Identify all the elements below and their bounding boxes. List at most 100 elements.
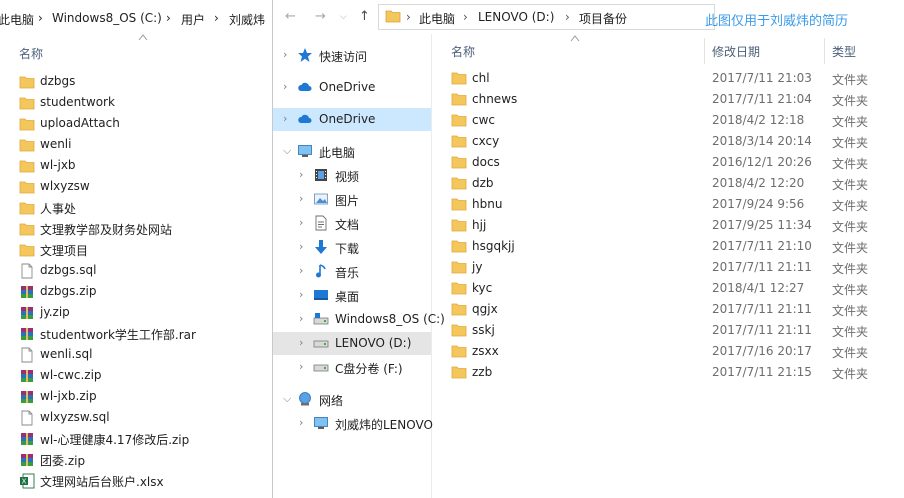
list-item[interactable]: dzbgs.zip <box>19 282 269 303</box>
chevron-right-icon[interactable]: › <box>299 336 303 349</box>
table-row[interactable]: jy 2017/7/11 21:11 文件夹 <box>432 257 904 278</box>
list-item[interactable]: wlxyzsw.sql <box>19 408 269 429</box>
chevron-right-icon[interactable]: › <box>299 168 303 181</box>
row-date: 2017/7/11 21:15 <box>712 365 812 379</box>
table-row[interactable]: zzb 2017/7/11 21:15 文件夹 <box>432 362 904 383</box>
chevron-right-icon[interactable]: › <box>283 48 287 61</box>
breadcrumb-segment[interactable]: 项目备份 <box>579 10 627 27</box>
forward-arrow-icon[interactable]: → <box>315 9 326 24</box>
list-item[interactable]: studentwork学生工作部.rar <box>19 324 269 345</box>
folder-icon <box>19 158 35 174</box>
address-bar[interactable]: › 此电脑 › LENOVO (D:) › 项目备份 <box>378 4 715 30</box>
nav-item[interactable]: › Windows8_OS (C:) <box>273 308 445 331</box>
nav-item[interactable]: › OneDrive <box>273 76 431 99</box>
nav-item[interactable]: › 快速访问 <box>273 44 431 67</box>
list-item[interactable]: X 文理网站后台账户.xlsx <box>19 471 269 492</box>
chevron-right-icon[interactable]: › <box>299 240 303 253</box>
archive-icon <box>19 326 35 342</box>
folder-icon <box>451 196 467 212</box>
table-row[interactable]: chl 2017/7/11 21:03 文件夹 <box>432 68 904 89</box>
chevron-right-icon[interactable]: › <box>299 288 303 301</box>
table-row[interactable]: dzb 2018/4/2 12:20 文件夹 <box>432 173 904 194</box>
chevron-right-icon[interactable]: › <box>463 10 468 24</box>
column-divider[interactable] <box>704 38 705 64</box>
nav-item[interactable]: › 音乐 <box>273 260 431 283</box>
folder-icon <box>451 217 467 233</box>
table-row[interactable]: hjj 2017/9/25 11:34 文件夹 <box>432 215 904 236</box>
folder-icon <box>451 175 467 191</box>
nav-item[interactable]: › 刘威炜的LENOVO <box>273 412 433 435</box>
breadcrumb-segment[interactable]: LENOVO (D:) <box>478 10 554 24</box>
list-item[interactable]: wlxyzsw <box>19 177 269 198</box>
list-item[interactable]: wenli.sql <box>19 345 269 366</box>
breadcrumb-segment[interactable]: 刘威炜 <box>229 11 265 28</box>
list-item[interactable]: dzbgs.sql <box>19 261 269 282</box>
table-row[interactable]: kyc 2018/4/1 12:27 文件夹 <box>432 278 904 299</box>
breadcrumb-segment[interactable]: 此电脑 <box>419 10 455 27</box>
list-item[interactable]: 团委.zip <box>19 450 269 471</box>
nav-item[interactable]: › 文档 <box>273 212 431 235</box>
table-row[interactable]: sskj 2017/7/11 21:11 文件夹 <box>432 320 904 341</box>
list-item[interactable]: 文理教学部及财务处网站 <box>19 219 269 240</box>
chevron-right-icon[interactable]: › <box>565 10 570 24</box>
chevron-right-icon[interactable]: › <box>299 360 303 373</box>
column-header-type[interactable]: 类型 <box>832 43 856 60</box>
chevron-right-icon[interactable]: › <box>283 112 287 125</box>
nav-item[interactable]: ⌵ 此电脑 <box>273 140 431 163</box>
chevron-right-icon[interactable]: › <box>299 216 303 229</box>
nav-item[interactable]: › 图片 <box>273 188 431 211</box>
nav-item[interactable]: ⌵ 网络 <box>273 388 431 411</box>
chevron-right-icon[interactable]: › <box>38 11 43 25</box>
list-item[interactable]: dzbgs <box>19 72 269 93</box>
list-item[interactable]: uploadAttach <box>19 114 269 135</box>
list-item[interactable]: wl-jxb <box>19 156 269 177</box>
list-item[interactable]: studentwork <box>19 93 269 114</box>
table-row[interactable]: cxcy 2018/3/14 20:14 文件夹 <box>432 131 904 152</box>
chevron-right-icon[interactable]: › <box>299 264 303 277</box>
nav-item[interactable]: › C盘分卷 (F:) <box>273 356 431 379</box>
list-item[interactable]: jy.zip <box>19 303 269 324</box>
chevron-down-icon[interactable]: ⌵ <box>283 392 291 406</box>
list-item[interactable]: 人事处 <box>19 198 269 219</box>
list-item[interactable]: 文理项目 <box>19 240 269 261</box>
up-arrow-icon[interactable]: ↑ <box>359 9 370 24</box>
breadcrumb-segment[interactable]: Windows8_OS (C:) <box>52 11 162 25</box>
chevron-right-icon[interactable]: › <box>283 80 287 93</box>
table-row[interactable]: chnews 2017/7/11 21:04 文件夹 <box>432 89 904 110</box>
nav-item[interactable]: › 视频 <box>273 164 431 187</box>
chevron-right-icon[interactable]: › <box>214 11 219 25</box>
folder-icon <box>19 179 35 195</box>
table-row[interactable]: hsgqkjj 2017/7/11 21:10 文件夹 <box>432 236 904 257</box>
column-header-name[interactable]: 名称 <box>19 45 43 62</box>
chevron-right-icon[interactable]: › <box>406 10 411 24</box>
table-row[interactable]: zsxx 2017/7/16 20:17 文件夹 <box>432 341 904 362</box>
chevron-right-icon[interactable]: › <box>299 416 303 429</box>
recent-dropdown-icon[interactable]: ⌵ <box>340 12 347 22</box>
list-item[interactable]: wenli <box>19 135 269 156</box>
folder-icon <box>451 280 467 296</box>
table-row[interactable]: hbnu 2017/9/24 9:56 文件夹 <box>432 194 904 215</box>
chevron-right-icon[interactable]: › <box>299 192 303 205</box>
chevron-right-icon[interactable]: › <box>299 312 303 325</box>
column-header-name[interactable]: 名称 <box>451 43 475 60</box>
breadcrumb-segment[interactable]: 用户 <box>181 11 205 28</box>
back-arrow-icon[interactable]: ← <box>285 9 296 24</box>
nav-item[interactable]: › 桌面 <box>273 284 431 307</box>
table-row[interactable]: docs 2016/12/1 20:26 文件夹 <box>432 152 904 173</box>
nav-item[interactable]: › OneDrive <box>273 108 431 131</box>
archive-icon <box>19 284 35 300</box>
breadcrumb-segment[interactable]: 此电脑 <box>0 11 34 28</box>
left-address-bar[interactable]: 此电脑 › Windows8_OS (C:) › 用户 › 刘威炜 <box>0 8 272 30</box>
list-item[interactable]: wl-心理健康4.17修改后.zip <box>19 429 269 450</box>
row-name: sskj <box>472 323 495 337</box>
list-item[interactable]: wl-jxb.zip <box>19 387 269 408</box>
list-item[interactable]: wl-cwc.zip <box>19 366 269 387</box>
column-header-date[interactable]: 修改日期 <box>712 43 760 60</box>
chevron-down-icon[interactable]: ⌵ <box>283 144 291 158</box>
chevron-right-icon[interactable]: › <box>166 11 171 25</box>
column-divider[interactable] <box>824 38 825 64</box>
table-row[interactable]: cwc 2018/4/2 12:18 文件夹 <box>432 110 904 131</box>
nav-item[interactable]: › LENOVO (D:) <box>273 332 431 355</box>
table-row[interactable]: qgjx 2017/7/11 21:11 文件夹 <box>432 299 904 320</box>
nav-item[interactable]: › 下载 <box>273 236 431 259</box>
